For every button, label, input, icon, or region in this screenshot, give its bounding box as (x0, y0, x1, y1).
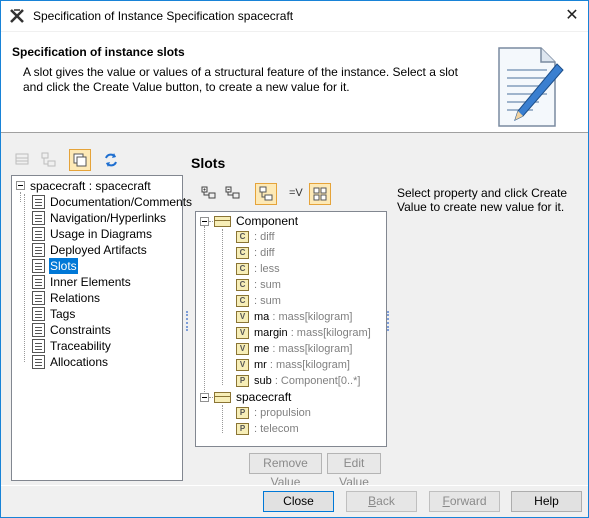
footer-separator (1, 485, 588, 486)
tree-view-icon[interactable] (39, 150, 61, 172)
forward-button[interactable]: Forward (429, 491, 500, 512)
page-icon (32, 307, 45, 321)
refresh-icon[interactable] (101, 150, 123, 172)
constraint-icon: C (236, 247, 249, 259)
page-icon (32, 339, 45, 353)
constraint-icon: C (236, 263, 249, 275)
collapse-component-icon[interactable] (200, 217, 209, 226)
tree-root-label: spacecraft : spacecraft (30, 179, 151, 193)
part-property-icon: P (236, 423, 249, 435)
constraint-icon: C (236, 279, 249, 291)
page-icon (32, 275, 45, 289)
specification-nav-tree: spacecraft : spacecraft Documentation/Co… (11, 175, 192, 481)
page-icon (32, 291, 45, 305)
right-splitter-handle[interactable] (387, 311, 390, 331)
class-icon (214, 392, 231, 403)
page-icon (32, 227, 45, 241)
collapse-spacecraft-icon[interactable] (200, 393, 209, 402)
value-property-icon: V (236, 327, 249, 339)
slots-tree: Component C : diff C : diff C : less C :… (195, 211, 387, 447)
page-icon (32, 195, 45, 209)
title-bar: Specification of Instance Specification … (1, 1, 588, 31)
constraint-icon: C (236, 295, 249, 307)
page-icon (32, 355, 45, 369)
page-icon (32, 243, 45, 257)
class-icon (214, 216, 231, 227)
header-title: Specification of instance slots (12, 45, 185, 59)
page-icon (32, 211, 45, 225)
page-icon (32, 259, 45, 273)
page-icon (32, 323, 45, 337)
close-window-icon[interactable]: ✕ (561, 6, 583, 26)
back-button[interactable]: Back (346, 491, 417, 512)
left-splitter-handle[interactable] (186, 311, 189, 331)
part-property-icon: P (236, 375, 249, 387)
document-edit-icon (498, 47, 564, 127)
expand-all-icon[interactable] (199, 183, 221, 205)
tree-root[interactable]: spacecraft : spacecraft (30, 178, 151, 194)
value-property-icon: V (236, 343, 249, 355)
value-property-icon: V (236, 359, 249, 371)
part-property-icon: P (236, 407, 249, 419)
remove-value-button[interactable]: Remove Value (249, 453, 322, 489)
value-filter-text[interactable]: =V (289, 187, 303, 199)
magicdraw-app-icon (10, 9, 24, 23)
show-all-icon[interactable] (69, 149, 91, 171)
edit-value-button[interactable]: Edit Value (327, 453, 381, 489)
collapse-root-icon[interactable] (16, 181, 25, 190)
specification-dialog: Specification of Instance Specification … (0, 0, 589, 518)
dialog-header: Specification of instance slots A slot g… (1, 32, 588, 133)
slot-help-text: Select property and click Create Value t… (397, 186, 568, 214)
close-button[interactable]: Close (263, 491, 334, 512)
flat-list-icon[interactable] (13, 150, 35, 172)
group-by-type-icon[interactable] (255, 183, 277, 205)
window-title: Specification of Instance Specification … (33, 9, 294, 23)
header-description: A slot gives the value or values of a st… (23, 65, 458, 94)
slots-title: Slots (191, 155, 226, 171)
show-grid-icon[interactable] (309, 183, 331, 205)
constraint-icon: C (236, 231, 249, 243)
help-button[interactable]: Help (511, 491, 582, 512)
collapse-all-icon[interactable] (223, 183, 245, 205)
value-property-icon: V (236, 311, 249, 323)
